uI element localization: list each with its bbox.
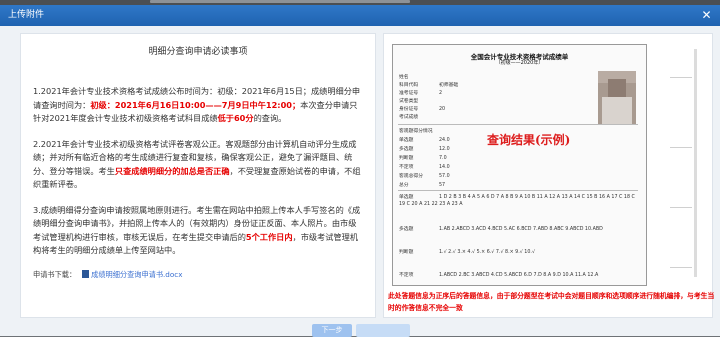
sample-note: 此处答题信息为正序后的答题信息，由于部分题型在考试中会对题目顺序和选项顺序进行随…	[388, 292, 715, 312]
instruction-paragraph-1: 1.2021年会计专业技术资格考试成绩公布时间为：初级：2021年6月15日；成…	[33, 85, 363, 126]
detail-header: 客观题得分情况	[399, 129, 433, 134]
field-row: 姓名	[399, 73, 439, 80]
score-row: 多选题 12.0	[399, 145, 450, 152]
scrollbar[interactable]	[694, 49, 697, 277]
answer-value: 1.ABCD 2.BC 3.ABCD 4.CD 5.ABCD 6.D 7.D 8…	[439, 273, 599, 278]
divider	[670, 267, 692, 268]
field-label: 准考证号	[399, 91, 419, 96]
answer-value: 1.AB 2.ABCD 3.ACD 4.BCD 5.AC 6.BCD 7.ABD…	[439, 227, 603, 232]
score-value: 57.0	[439, 174, 450, 179]
close-icon[interactable]: ✕	[699, 8, 714, 23]
highlight-text: 低于60分	[217, 113, 254, 123]
download-row: 申请书下载： 成绩明细分查询申请书.docx	[33, 270, 182, 280]
field-row: 试卷类型	[399, 97, 439, 104]
score-value: 57	[439, 183, 446, 188]
field-label: 考试成绩	[399, 115, 419, 120]
answer-label: 判断题	[399, 250, 414, 255]
divider	[670, 77, 692, 78]
score-label: 单选题	[399, 138, 414, 143]
candidate-photo-blurred	[598, 71, 636, 125]
score-value: 12.0	[439, 147, 450, 152]
highlight-text: 只查成绩明细分的加总是否正确	[114, 165, 230, 176]
field-label: 身份证号	[399, 107, 419, 112]
answer-label: 不定项	[399, 273, 414, 278]
dialog-titlebar: 上传附件 ✕	[0, 5, 720, 26]
field-row: 科目代码 初师基础	[399, 81, 458, 88]
field-label: 科目代码	[399, 83, 419, 88]
score-row: 总分 57	[399, 181, 445, 188]
sample-stamp: 查询结果(示例)	[487, 133, 571, 147]
field-label: 试卷类型	[399, 99, 419, 104]
upload-attachment-dialog: 上传附件 ✕ 明细分查询申请必读事项 1.2021年会计专业技术资格考试成绩公布…	[0, 5, 720, 337]
download-label: 申请书下载：	[33, 270, 77, 279]
divider	[398, 190, 638, 191]
instructions-heading: 明细分查询申请必读事项	[148, 47, 248, 57]
field-value: 2	[439, 91, 443, 96]
score-label: 不定项	[399, 165, 414, 170]
instructions-panel: 明细分查询申请必读事项 1.2021年会计专业技术资格考试成绩公布时间为：初级：…	[20, 33, 376, 318]
score-value: 24.0	[439, 138, 450, 143]
score-label: 多选题	[399, 147, 414, 152]
dialog-footer: 下一步	[0, 322, 720, 337]
instruction-paragraph-2: 2.2021年会计专业技术初级资格考试评卷客观公正。客观题部分由计算机自动评分生…	[33, 138, 363, 192]
highlight-text: 5个工作日内	[245, 231, 293, 242]
next-button[interactable]: 下一步	[312, 324, 352, 337]
answer-label: 多选题	[399, 227, 414, 232]
score-value: 14.0	[439, 165, 450, 170]
divider	[398, 124, 638, 125]
dialog-title: 上传附件	[8, 10, 45, 20]
score-label: 判断题	[399, 156, 414, 161]
highlight-text: 初级：2021年6月16日10:00——7月9日中午12:00；	[90, 99, 301, 110]
text: 的查询。	[253, 113, 287, 123]
secondary-button[interactable]	[356, 324, 410, 337]
score-row: 不定项 14.0	[399, 163, 450, 170]
answer-row: 不定项 1.ABCD 2.BC 3.ABCD 4.CD 5.ABCD 6.D 7.…	[399, 271, 598, 278]
word-document-icon	[82, 270, 90, 278]
answer-row: 单选题 1 D 2 B 3 B 4 A 5 A 6 D 7 A 8 B 9 A 1…	[399, 195, 639, 208]
field-row: 准考证号 2	[399, 89, 442, 96]
divider	[670, 207, 692, 208]
sample-result-panel: 全国会计专业技术资格考试成绩单 （初级——2020年） 姓名 科目代码 初师基础 …	[383, 33, 715, 318]
field-label: 姓名	[399, 75, 409, 80]
score-label: 总分	[399, 183, 409, 188]
answer-value: 1.√ 2.√ 3.× 4.√ 5.× 6.√ 7.√ 8.× 9.√ 10.√	[439, 250, 535, 255]
field-value: 初师基础	[439, 83, 459, 88]
score-label: 客观总得分	[399, 174, 423, 179]
answer-row: 多选题 1.AB 2.ABCD 3.ACD 4.BCD 5.AC 6.BCD 7.…	[399, 225, 603, 232]
blurred-side-column	[658, 37, 708, 287]
address-bar[interactable]	[150, 0, 410, 3]
instruction-paragraph-3: 3.成绩明细得分查询申请按照属地原则进行。考生需在网站中拍照上传本人手写签名的《…	[33, 204, 363, 258]
report-subtitle: （初级——2020年）	[495, 60, 544, 66]
answer-row: 判断题 1.√ 2.√ 3.× 4.√ 5.× 6.√ 7.√ 8.× 9.√ 1…	[399, 248, 535, 255]
score-value: 7.0	[439, 156, 447, 161]
field-row: 身份证号 20	[399, 105, 445, 112]
divider	[670, 147, 692, 148]
score-row: 客观总得分 57.0	[399, 172, 450, 179]
score-row: 单选题 24.0	[399, 136, 450, 143]
sample-score-report: 全国会计专业技术资格考试成绩单 （初级——2020年） 姓名 科目代码 初师基础 …	[392, 44, 647, 286]
score-row: 判断题 7.0	[399, 154, 447, 161]
field-row: 考试成绩	[399, 113, 439, 120]
field-value: 20	[439, 107, 446, 112]
download-link[interactable]: 成绩明细分查询申请书.docx	[91, 270, 182, 279]
